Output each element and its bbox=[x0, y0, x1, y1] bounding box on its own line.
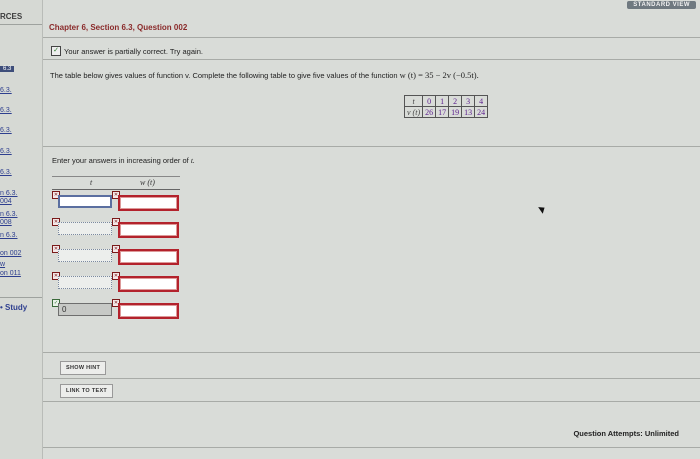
divider bbox=[43, 146, 700, 147]
column-header-w: w (t) bbox=[140, 178, 155, 187]
w-input[interactable] bbox=[118, 195, 179, 211]
resources-sidebar: RCES 6.3 6.3. 6.3. 6.3. 6.3. 6.3. n 6.3.… bbox=[0, 0, 43, 459]
row-label-t: t bbox=[403, 95, 424, 107]
table-row: t 0 1 2 3 4 bbox=[403, 95, 489, 107]
instruction-variable: t. bbox=[190, 156, 195, 165]
sidebar-link[interactable]: 6.3. bbox=[0, 148, 12, 156]
status-text: Your answer is partially correct. Try ag… bbox=[64, 46, 203, 56]
divider bbox=[43, 447, 700, 448]
t-input[interactable] bbox=[58, 276, 112, 289]
w-input[interactable] bbox=[118, 303, 179, 319]
sidebar-badge: 6.3 bbox=[0, 66, 15, 72]
sidebar-link[interactable]: 6.3. bbox=[0, 169, 12, 177]
t-input[interactable] bbox=[58, 222, 112, 235]
sidebar-link[interactable]: on 002 bbox=[0, 250, 21, 258]
table-cell: 1 bbox=[435, 95, 450, 107]
w-input[interactable] bbox=[118, 222, 179, 238]
question-prompt: The table below gives values of function… bbox=[50, 70, 479, 80]
prompt-formula: w (t) = 35 − 2v (−0.5t). bbox=[399, 70, 479, 80]
prompt-text: The table below gives values of function… bbox=[50, 71, 398, 80]
sidebar-link[interactable]: on 011 bbox=[0, 270, 21, 278]
table-cell: 0 bbox=[422, 95, 437, 107]
sidebar-link[interactable]: n 6.3. bbox=[0, 232, 18, 240]
table-cell: 17 bbox=[435, 106, 450, 118]
link-to-text-button[interactable]: LINK TO TEXT bbox=[60, 384, 114, 398]
table-cell: 2 bbox=[448, 95, 463, 107]
divider bbox=[43, 37, 700, 38]
sidebar-link[interactable]: w bbox=[0, 261, 5, 269]
table-cell: 24 bbox=[474, 106, 489, 118]
row-label-v: v (t) bbox=[403, 106, 424, 118]
checkmark-icon: ✓ bbox=[51, 46, 61, 56]
table-cell: 3 bbox=[461, 95, 476, 107]
column-header-t: t bbox=[90, 178, 93, 187]
table-row: v (t) 26 17 19 13 24 bbox=[403, 106, 489, 118]
sidebar-link[interactable]: n 6.3. bbox=[0, 211, 18, 219]
sidebar-title: RCES bbox=[0, 12, 23, 21]
w-input[interactable] bbox=[118, 276, 179, 292]
answer-header: t w (t) bbox=[52, 176, 180, 190]
t-input[interactable] bbox=[58, 249, 112, 262]
answer-instruction: Enter your answers in increasing order o… bbox=[52, 156, 195, 165]
divider bbox=[43, 59, 700, 60]
divider bbox=[43, 352, 700, 353]
sidebar-link[interactable]: 6.3. bbox=[0, 87, 12, 95]
divider bbox=[43, 401, 700, 402]
divider bbox=[0, 24, 42, 25]
answer-row: ✕ ✕ bbox=[52, 190, 180, 212]
status-message: ✓ Your answer is partially correct. Try … bbox=[51, 46, 203, 56]
answer-row: ✕ ✕ bbox=[52, 217, 180, 239]
question-attempts: Question Attempts: Unlimited bbox=[573, 429, 679, 438]
question-panel: Chapter 6, Section 6.3, Question 002 ✓ Y… bbox=[43, 0, 700, 459]
divider bbox=[0, 297, 42, 298]
show-hint-button[interactable]: SHOW HINT bbox=[60, 361, 107, 375]
table-cell: 19 bbox=[448, 106, 463, 118]
answer-row: ✓ 0 ✕ bbox=[52, 298, 180, 320]
sidebar-link[interactable]: 008 bbox=[0, 219, 12, 227]
table-cell: 4 bbox=[474, 95, 489, 107]
instruction-text: Enter your answers in increasing order o… bbox=[52, 156, 189, 165]
table-cell: 13 bbox=[461, 106, 476, 118]
answer-row: ✕ ✕ bbox=[52, 244, 180, 266]
table-cell: 26 bbox=[422, 106, 437, 118]
answer-row: ✕ ✕ bbox=[52, 271, 180, 293]
sidebar-link[interactable]: 004 bbox=[0, 198, 12, 206]
t-input[interactable]: 0 bbox=[58, 303, 112, 316]
sidebar-link[interactable]: n 6.3. bbox=[0, 190, 18, 198]
study-label: Study bbox=[5, 303, 28, 312]
sidebar-link[interactable]: 6.3. bbox=[0, 127, 12, 135]
question-heading: Chapter 6, Section 6.3, Question 002 bbox=[49, 23, 188, 32]
t-input[interactable] bbox=[58, 195, 112, 208]
sidebar-link[interactable]: 6.3. bbox=[0, 107, 12, 115]
w-input[interactable] bbox=[118, 249, 179, 265]
divider bbox=[43, 378, 700, 379]
values-table: t 0 1 2 3 4 v (t) 26 17 19 13 24 bbox=[403, 95, 489, 118]
study-link[interactable]: • Study bbox=[0, 303, 27, 312]
answer-table: t w (t) ✕ ✕ ✕ ✕ ✕ ✕ ✕ ✕ ✓ 0 ✕ bbox=[52, 176, 180, 319]
